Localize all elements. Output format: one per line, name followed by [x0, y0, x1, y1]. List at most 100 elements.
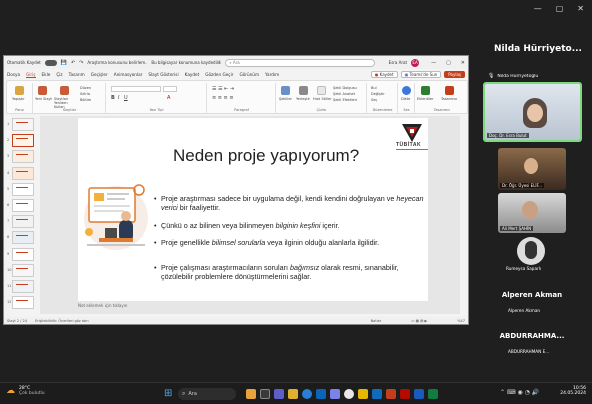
bullet-2[interactable]: Çünkü o az bilinen veya bilinmeyen bilgi… [154, 221, 426, 231]
weather-widget[interactable]: ☁ 28°C Çok bulutlu [6, 386, 45, 396]
current-slide[interactable]: TÜBİTAK Neden proje yapıyorum? • Proje a… [78, 118, 428, 301]
bullet-1[interactable]: Proje araştırması sadece bir uygulama de… [154, 194, 426, 213]
slide-title[interactable]: Neden proje yapıyorum? [173, 146, 359, 166]
ppt-minimize-icon[interactable]: — [431, 60, 436, 66]
accessibility-status[interactable]: Erişilebilirlik: Önerileri göz atın [35, 319, 89, 323]
task-view-icon[interactable] [260, 389, 270, 399]
menu-insert[interactable]: Ekle [42, 72, 51, 77]
notes-placeholder[interactable]: Not eklemek için tıklayın [78, 303, 127, 308]
paste-label[interactable]: Yapıştır [12, 97, 25, 101]
maximize-icon[interactable]: ▢ [556, 4, 564, 13]
shapes-label[interactable]: Şekiller [279, 97, 292, 101]
store-icon[interactable] [316, 389, 326, 399]
teams-icon[interactable] [330, 389, 340, 399]
word-icon[interactable] [414, 389, 424, 399]
autosave-toggle[interactable] [44, 59, 57, 66]
bold-icon[interactable]: B [111, 95, 115, 101]
menu-help[interactable]: Yardım [265, 72, 279, 77]
dictate-icon[interactable] [402, 86, 411, 95]
quick-styles-icon[interactable] [317, 86, 326, 95]
minimize-icon[interactable]: — [534, 4, 542, 13]
reuse-slides-icon[interactable] [60, 86, 69, 95]
participant-tile-3[interactable]: Ali Mert ŞAHİN [498, 193, 566, 233]
share-button[interactable]: Paylaş [444, 71, 465, 78]
menu-home[interactable]: Giriş [26, 72, 36, 78]
undo-icon[interactable]: ↶ [71, 60, 75, 66]
align-icon[interactable]: ≡ ≡ ≡ ≡ [212, 95, 234, 101]
arrange-icon[interactable] [299, 86, 308, 95]
ppt-maximize-icon[interactable]: ▢ [446, 60, 451, 66]
slide-thumbnail[interactable] [12, 231, 34, 245]
quick-styles-label[interactable]: Hızlı Stiller [313, 97, 332, 101]
shape-effects-label[interactable]: Şekil Efektleri [333, 98, 357, 102]
menu-file[interactable]: Dosya [7, 72, 20, 77]
edge-icon[interactable] [302, 389, 312, 399]
start-icon[interactable]: ⊞ [164, 388, 172, 399]
teams-chat-icon[interactable] [274, 389, 284, 399]
widgets-icon[interactable] [246, 389, 256, 399]
menu-view[interactable]: Görünüm [239, 72, 259, 77]
underline-icon[interactable]: U [124, 95, 128, 101]
slide-thumbnail[interactable] [12, 182, 34, 196]
bullets-icon[interactable]: ☰ ☰ ⇤ ⇥ [212, 86, 234, 92]
shape-fill-label[interactable]: Şekil Dolgusu [333, 86, 357, 90]
zoom-level[interactable]: %47 [457, 319, 465, 323]
excel-icon[interactable] [428, 389, 438, 399]
tray-icons[interactable]: ⌃ ⌨ ◉ ◔ 🔊 [500, 389, 539, 396]
ppt-close-icon[interactable]: ✕ [461, 60, 465, 66]
outlook-icon[interactable] [372, 389, 382, 399]
select-label[interactable]: Seç [371, 98, 377, 102]
menu-slideshow[interactable]: Slayt Gösterisi [148, 72, 178, 77]
clock[interactable]: 10:56 24.05.2024 [556, 386, 586, 396]
file-explorer-icon[interactable] [288, 389, 298, 399]
teams-present-button[interactable]: ▣ Teams'de Sun [400, 71, 442, 78]
new-slide-icon[interactable] [38, 86, 47, 95]
notes-icon[interactable] [358, 389, 368, 399]
menu-review[interactable]: Gözden Geçir [205, 72, 233, 77]
slide-thumbnail[interactable] [12, 199, 34, 212]
italic-icon[interactable]: I [118, 95, 119, 101]
slide-thumbnail[interactable] [12, 118, 34, 131]
addins-icon[interactable] [421, 86, 430, 95]
shape-outline-label[interactable]: Şekil Anahat [333, 92, 355, 96]
redo-icon[interactable]: ↷ [79, 60, 83, 66]
menu-transitions[interactable]: Geçişler [91, 72, 108, 77]
slide-thumbnail[interactable] [12, 134, 34, 148]
arrange-label[interactable]: Yerleştir [296, 97, 310, 101]
powerpoint-icon[interactable] [386, 389, 396, 399]
slide-thumbnail[interactable] [12, 150, 34, 164]
shapes-icon[interactable] [281, 86, 290, 95]
designer-label[interactable]: Tasarımcı [441, 97, 457, 101]
paste-icon[interactable] [15, 86, 24, 95]
taskbar-search[interactable]: ⌕ Ara [178, 388, 236, 400]
slide-thumbnail[interactable] [12, 280, 34, 293]
acrobat-icon[interactable] [400, 389, 410, 399]
menu-draw[interactable]: Çiz [56, 72, 62, 77]
designer-icon[interactable] [445, 86, 454, 95]
slide-thumbnail[interactable] [12, 215, 34, 229]
participant-tile-5[interactable]: Alperen Akman Alperen Akman [498, 278, 566, 318]
record-button[interactable]: ● Kaydet [370, 71, 398, 78]
font-size-box[interactable] [163, 86, 177, 92]
view-buttons-icon[interactable]: ▭ ▦ ▤ ▶ [411, 319, 427, 323]
addins-label[interactable]: Eklentiler [417, 97, 434, 101]
reset-label[interactable]: Sıfırla [80, 92, 90, 96]
participant-tile-4[interactable]: Rumeysa Saparlı [498, 235, 566, 275]
new-slide-label[interactable]: Yeni Slayt [35, 97, 52, 101]
chrome-icon[interactable] [344, 389, 354, 399]
slide-thumbnail[interactable] [12, 166, 34, 180]
close-icon[interactable]: ✕ [577, 4, 584, 13]
participant-tile-active[interactable]: Doç. Dr. Esra Bulut [483, 82, 582, 142]
participant-tile-2[interactable]: Dr. Öğr. Üyesi ELİF... [498, 148, 566, 190]
notes-toggle[interactable]: Notlar [371, 319, 382, 323]
bullet-3[interactable]: Proje genellikle bilimsel sorularla veya… [154, 238, 426, 248]
slide-thumbnail[interactable] [12, 263, 34, 277]
menu-record[interactable]: Kaydet [185, 72, 200, 77]
replace-label[interactable]: Değiştir [371, 92, 385, 96]
layout-label[interactable]: Düzen [80, 86, 91, 90]
font-name-box[interactable] [111, 86, 161, 92]
bullet-4[interactable]: Proje çalışması araştırmacıların sorular… [154, 263, 426, 282]
menu-design[interactable]: Tasarım [69, 72, 85, 77]
save-icon[interactable]: 💾 [61, 60, 67, 66]
menu-animations[interactable]: Animasyonlar [114, 72, 143, 77]
